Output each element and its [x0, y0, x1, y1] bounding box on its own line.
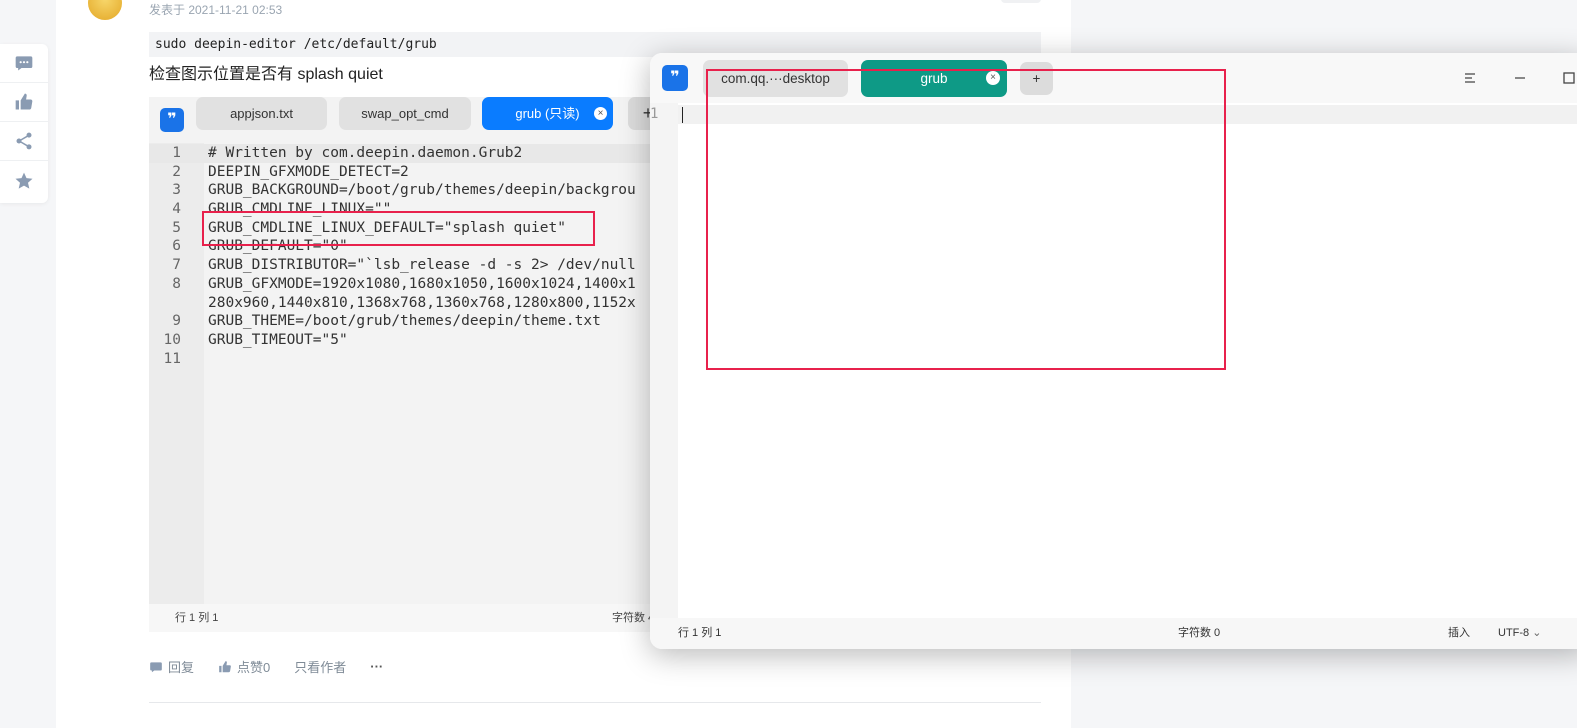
chevron-down-icon: ⌄	[1532, 627, 1542, 639]
more-icon: ···	[370, 659, 384, 674]
post-menu-button[interactable]	[1001, 0, 1041, 3]
line-number: 5	[172, 219, 181, 236]
line-number: 10	[163, 331, 181, 348]
encoding-label: UTF-8	[1498, 627, 1530, 639]
post-time: 发表于 2021-11-21 02:53	[149, 3, 283, 17]
line-number: 4	[172, 201, 181, 218]
post-actions: 回复 点赞0 只看作者 ···	[149, 657, 407, 676]
line-number: 1	[172, 145, 181, 161]
line-number-gutter	[650, 103, 678, 618]
window-status-bar: 行 1 列 1 字符数 0 插入 UTF-8 ⌄	[650, 618, 1577, 649]
line-number: 8	[172, 275, 181, 292]
editor-app-icon[interactable]: ❞	[662, 65, 688, 91]
embedded-tab-appjson: appjson.txt	[196, 97, 327, 130]
post-instruction-text: 检查图示位置是否有 splash quiet	[149, 66, 383, 83]
divider	[149, 702, 1041, 703]
like-action[interactable]	[0, 83, 48, 122]
status-encoding[interactable]: UTF-8 ⌄	[1498, 618, 1541, 649]
code-text: GRUB_THEME=/boot/grub/themes/deepin/them…	[208, 313, 601, 330]
close-icon: ×	[594, 107, 607, 120]
author-only-label: 只看作者	[294, 660, 347, 675]
comment-icon	[15, 56, 33, 71]
share-icon	[16, 132, 32, 150]
embedded-status-position: 行 1 列 1	[175, 612, 219, 624]
code-text: GRUB_DISTRIBUTOR="`lsb_release -d -s 2> …	[208, 257, 636, 274]
code-text: # Written by com.deepin.daemon.Grub2	[208, 145, 523, 161]
menu-icon	[1465, 73, 1475, 83]
status-position: 行 1 列 1	[678, 627, 722, 639]
embedded-tab-swap: swap_opt_cmd	[339, 97, 471, 130]
comment-action[interactable]	[0, 44, 48, 83]
code-text: 280x960,1440x810,1368x768,1360x768,1280x…	[208, 294, 636, 311]
editor-app-icon: ❞	[160, 108, 184, 132]
status-chars: 字符数 0	[1178, 627, 1221, 639]
minimize-icon	[1515, 77, 1525, 79]
text-caret	[682, 107, 683, 123]
tab-label: swap_opt_cmd	[361, 106, 449, 121]
embedded-tab-grub: grub (只读) ×	[482, 97, 613, 130]
code-text: GRUB_BACKGROUND=/boot/grub/themes/deepin…	[208, 182, 636, 199]
reply-label: 回复	[168, 660, 195, 675]
thumbs-up-icon	[219, 660, 231, 672]
author-only-button[interactable]: 只看作者	[294, 657, 346, 676]
more-button[interactable]: ···	[370, 659, 383, 674]
line-number: 2	[172, 163, 181, 180]
highlight-box-splash-quiet	[202, 211, 595, 246]
code-text: DEEPIN_GFXMODE_DETECT=2	[208, 163, 409, 180]
post-side-actions	[0, 44, 48, 203]
comment-icon	[150, 661, 162, 672]
menu-button[interactable]	[1460, 68, 1480, 88]
star-icon	[15, 172, 33, 189]
maximize-button[interactable]	[1560, 68, 1577, 88]
line-number: 9	[172, 313, 181, 330]
status-insert-mode[interactable]: 插入	[1448, 618, 1470, 649]
favorite-action[interactable]	[0, 161, 48, 200]
code-text: GRUB_TIMEOUT="5"	[208, 331, 348, 348]
line-number: 7	[172, 257, 181, 274]
tab-label: appjson.txt	[230, 106, 293, 121]
minimize-button[interactable]	[1510, 68, 1530, 88]
highlight-box-empty-editor	[706, 69, 1226, 370]
tab-label: grub (只读)	[515, 106, 580, 121]
line-number: 11	[163, 350, 181, 367]
line-number: 3	[172, 182, 181, 199]
line-number: 6	[172, 238, 181, 255]
code-text: GRUB_GFXMODE=1920x1080,1680x1050,1600x10…	[208, 275, 636, 292]
thumbs-up-icon	[15, 93, 33, 110]
embedded-status-chars: 字符数 4	[612, 612, 655, 624]
share-action[interactable]	[0, 122, 48, 161]
maximize-icon	[1563, 72, 1575, 84]
like-button[interactable]: 点赞0	[218, 657, 270, 676]
reply-button[interactable]: 回复	[149, 657, 194, 676]
line-number: 1	[650, 106, 659, 122]
like-label: 点赞0	[237, 660, 271, 675]
